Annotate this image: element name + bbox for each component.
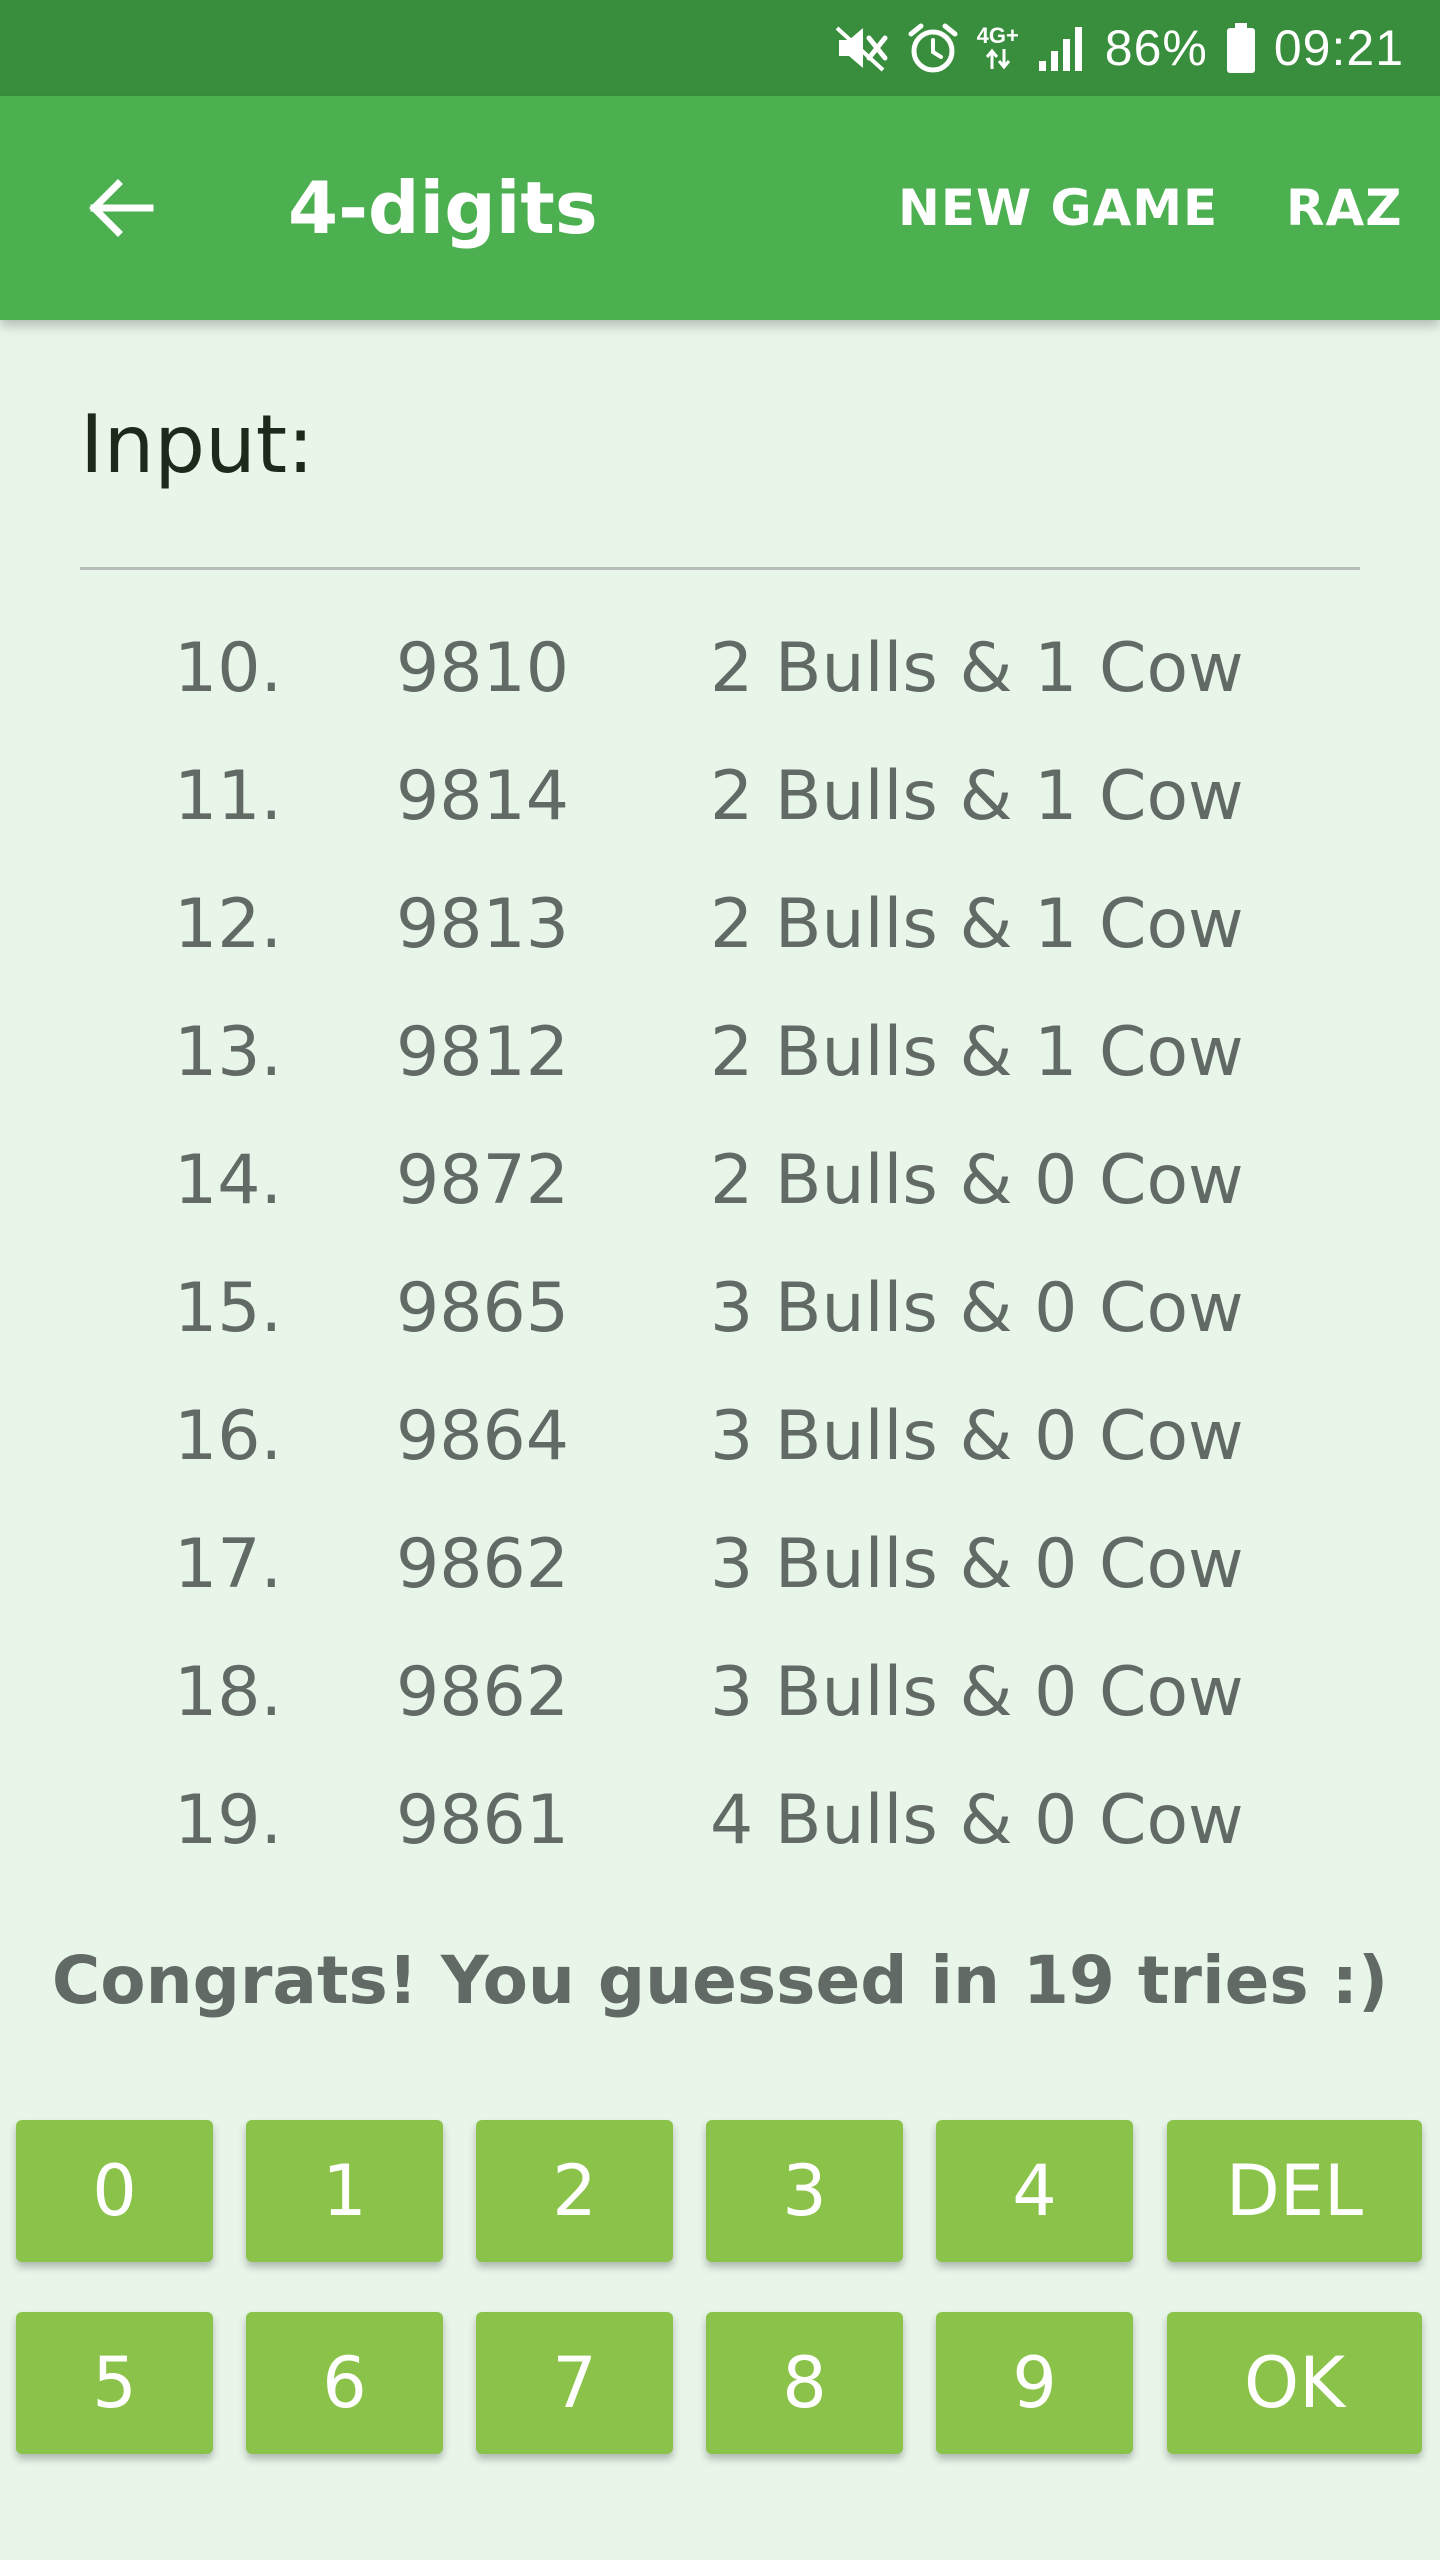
congrats-message: Congrats! You guessed in 19 tries :) xyxy=(51,1942,1389,2019)
guess-result: 3 Bulls & 0 Cow xyxy=(710,1525,1244,1604)
guess-value: 9864 xyxy=(396,1397,570,1476)
guess-value: 9872 xyxy=(396,1141,570,1220)
ok-button[interactable]: OK xyxy=(1167,2312,1422,2454)
network-indicator: 4G+ xyxy=(977,25,1019,71)
battery-percent: 86% xyxy=(1104,20,1208,76)
history-row: 19. 9861 4 Bulls & 0 Cow xyxy=(0,1757,1440,1885)
history-row: 13. 9812 2 Bulls & 1 Cow xyxy=(0,989,1440,1117)
try-number: 13. xyxy=(174,1013,283,1092)
guess-value: 9813 xyxy=(396,885,570,964)
guess-value: 9865 xyxy=(396,1269,570,1348)
key-8[interactable]: 8 xyxy=(706,2312,903,2454)
app-bar: 4-digits NEW GAME RAZ xyxy=(0,96,1440,320)
arrow-back-icon xyxy=(89,179,154,237)
battery-icon xyxy=(1226,23,1255,73)
history-row: 16. 9864 3 Bulls & 0 Cow xyxy=(0,1373,1440,1501)
guess-result: 3 Bulls & 0 Cow xyxy=(710,1653,1244,1732)
guess-value: 9861 xyxy=(396,1781,570,1860)
key-6[interactable]: 6 xyxy=(246,2312,443,2454)
new-game-button[interactable]: NEW GAME xyxy=(898,96,1218,320)
try-number: 10. xyxy=(174,629,283,708)
guess-result: 2 Bulls & 1 Cow xyxy=(710,885,1244,964)
key-2[interactable]: 2 xyxy=(476,2120,673,2262)
network-type: 4G+ xyxy=(976,23,1019,48)
guess-result: 2 Bulls & 0 Cow xyxy=(710,1141,1244,1220)
guess-value: 9862 xyxy=(396,1653,570,1732)
history-row: 18. 9862 3 Bulls & 0 Cow xyxy=(0,1629,1440,1757)
status-icons: 4G+ 86% 09:21 xyxy=(835,0,1404,96)
guess-result: 4 Bulls & 0 Cow xyxy=(710,1781,1244,1860)
back-button[interactable] xyxy=(60,148,180,268)
data-arrows-icon xyxy=(985,48,1010,70)
history-row: 10. 9810 2 Bulls & 1 Cow xyxy=(0,605,1440,733)
try-number: 19. xyxy=(174,1781,283,1860)
guess-history: 10. 9810 2 Bulls & 1 Cow 11. 9814 2 Bull… xyxy=(0,605,1440,1885)
key-3[interactable]: 3 xyxy=(706,2120,903,2262)
history-row: 14. 9872 2 Bulls & 0 Cow xyxy=(0,1117,1440,1245)
guess-value: 9810 xyxy=(396,629,570,708)
history-row: 15. 9865 3 Bulls & 0 Cow xyxy=(0,1245,1440,1373)
try-number: 14. xyxy=(174,1141,283,1220)
guess-result: 3 Bulls & 0 Cow xyxy=(710,1269,1244,1348)
history-row: 17. 9862 3 Bulls & 0 Cow xyxy=(0,1501,1440,1629)
guess-value: 9814 xyxy=(396,757,570,836)
key-5[interactable]: 5 xyxy=(16,2312,213,2454)
guess-result: 3 Bulls & 0 Cow xyxy=(710,1397,1244,1476)
alarm-icon xyxy=(908,23,958,73)
history-row: 12. 9813 2 Bulls & 1 Cow xyxy=(0,861,1440,989)
mute-vibrate-icon xyxy=(835,26,888,72)
try-number: 17. xyxy=(174,1525,283,1604)
try-number: 12. xyxy=(174,885,283,964)
key-9[interactable]: 9 xyxy=(936,2312,1133,2454)
key-7[interactable]: 7 xyxy=(476,2312,673,2454)
guess-result: 2 Bulls & 1 Cow xyxy=(710,629,1244,708)
guess-result: 2 Bulls & 1 Cow xyxy=(710,757,1244,836)
try-number: 18. xyxy=(174,1653,283,1732)
input-divider xyxy=(80,567,1360,570)
key-1[interactable]: 1 xyxy=(246,2120,443,2262)
signal-icon xyxy=(1038,27,1082,71)
guess-result: 2 Bulls & 1 Cow xyxy=(710,1013,1244,1092)
page-title: 4-digits xyxy=(288,166,598,250)
delete-button[interactable]: DEL xyxy=(1167,2120,1422,2262)
key-4[interactable]: 4 xyxy=(936,2120,1133,2262)
status-bar: 4G+ 86% 09:21 xyxy=(0,0,1440,96)
clock: 09:21 xyxy=(1273,20,1404,76)
try-number: 15. xyxy=(174,1269,283,1348)
history-row: 11. 9814 2 Bulls & 1 Cow xyxy=(0,733,1440,861)
key-0[interactable]: 0 xyxy=(16,2120,213,2262)
try-number: 11. xyxy=(174,757,283,836)
guess-value: 9862 xyxy=(396,1525,570,1604)
input-label: Input: xyxy=(80,398,315,491)
try-number: 16. xyxy=(174,1397,283,1476)
raz-button[interactable]: RAZ xyxy=(1286,96,1402,320)
guess-value: 9812 xyxy=(396,1013,570,1092)
